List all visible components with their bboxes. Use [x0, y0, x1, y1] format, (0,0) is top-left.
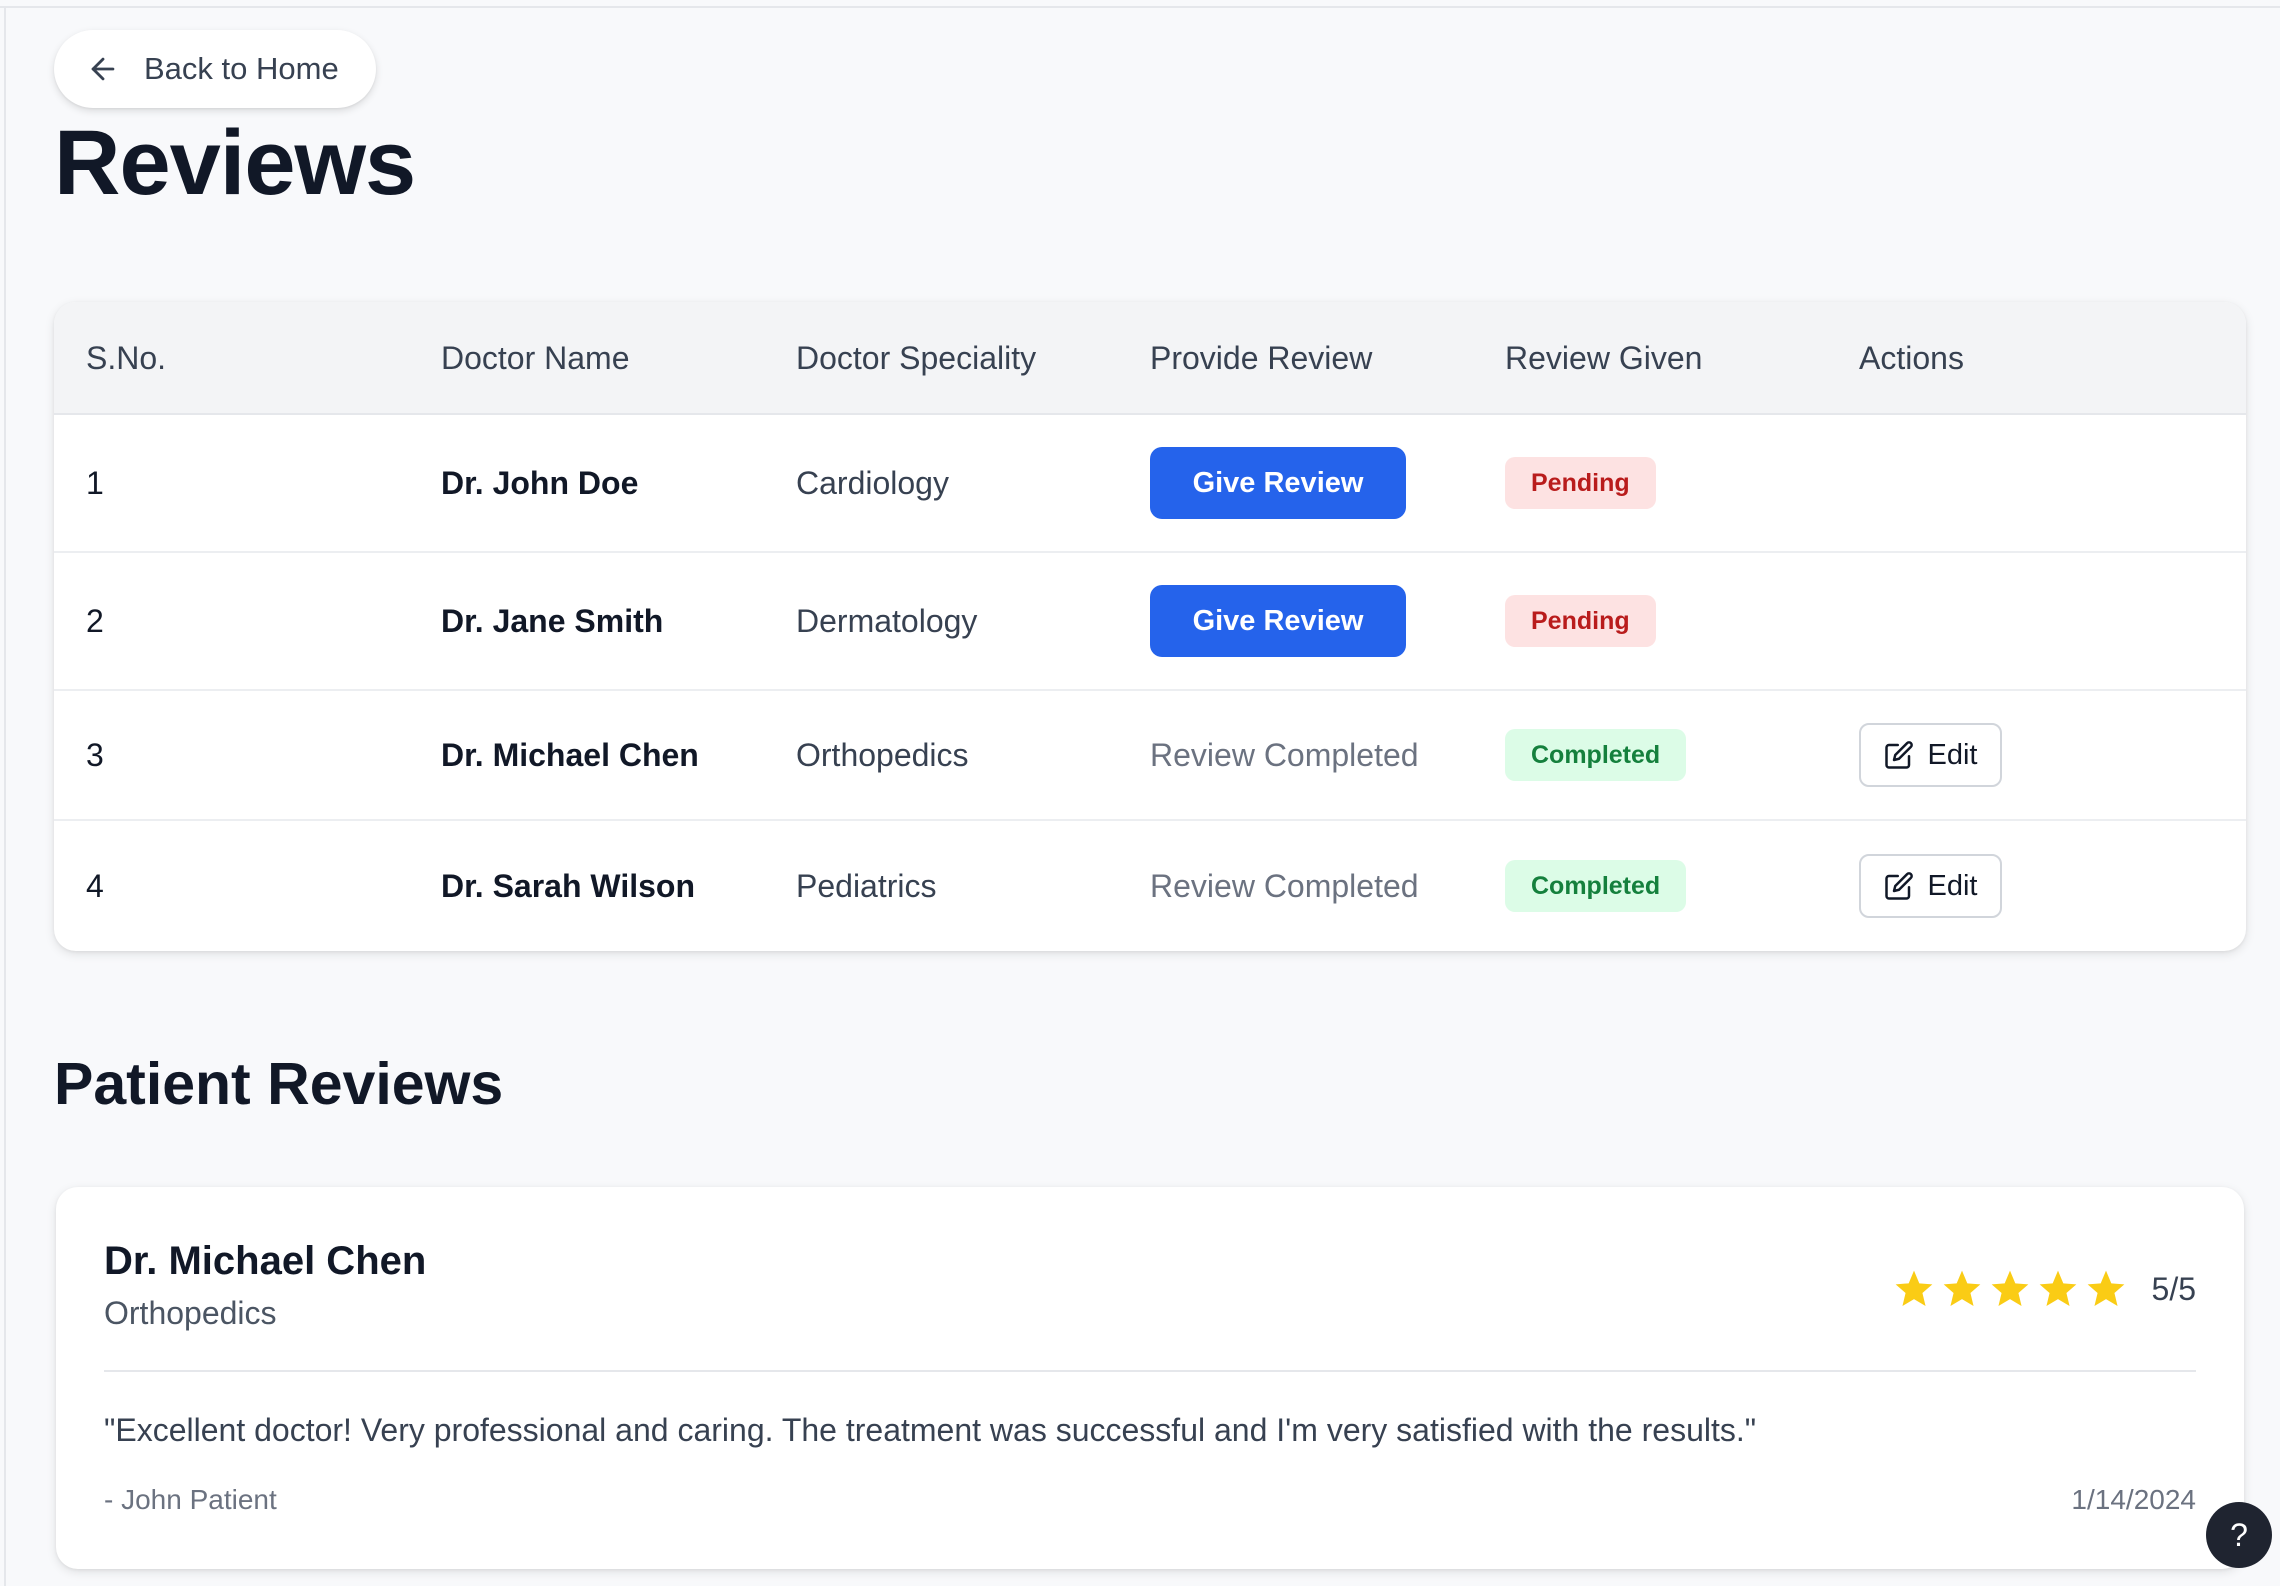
back-to-home-button[interactable]: Back to Home [54, 30, 376, 108]
arrow-left-icon [91, 57, 115, 81]
row-sno: 4 [86, 867, 104, 904]
table-row: 4 Dr. Sarah Wilson Pediatrics Review Com… [54, 821, 2246, 951]
provide-review-cell: Give Review [1150, 553, 1406, 689]
edit-label: Edit [1927, 738, 1978, 771]
review-text: "Excellent doctor! Very professional and… [104, 1412, 1757, 1448]
star-icon [1895, 1270, 1932, 1307]
column-header-sno: S.No. [86, 340, 167, 376]
row-doctor-name: Dr. Sarah Wilson [441, 867, 695, 904]
row-doctor-speciality: Cardiology [796, 464, 949, 501]
review-given-cell: Pending [1505, 415, 1656, 551]
review-author: - John Patient [104, 1484, 277, 1515]
status-badge: Completed [1505, 860, 1687, 912]
status-badge: Pending [1505, 457, 1656, 509]
column-header-doctor-name: Doctor Name [441, 340, 630, 376]
actions-cell: Edit [1859, 821, 2002, 951]
divider [104, 1370, 2196, 1372]
edit-button[interactable]: Edit [1859, 723, 2002, 787]
section-title: Patient Reviews [54, 1051, 504, 1117]
edit-square-icon [1884, 741, 1913, 769]
column-header-provide-review: Provide Review [1150, 340, 1373, 376]
left-border [4, 6, 6, 1586]
row-doctor-name: Dr. Jane Smith [441, 602, 664, 639]
row-doctor-name: Dr. Michael Chen [441, 736, 699, 773]
star-icon [1991, 1270, 2028, 1307]
review-given-cell: Completed [1505, 691, 1687, 819]
row-sno: 1 [86, 464, 104, 501]
row-doctor-name: Dr. John Doe [441, 464, 639, 501]
review-doctor-speciality: Orthopedics [104, 1295, 277, 1331]
page-title: Reviews [54, 112, 416, 214]
column-header-review-given: Review Given [1505, 340, 1703, 376]
review-doctor-name: Dr. Michael Chen [104, 1239, 427, 1283]
review-date: 1/14/2024 [2071, 1484, 2196, 1515]
review-card: Dr. Michael Chen Orthopedics 5/5 "Excell… [56, 1187, 2244, 1569]
star-rating: 5/5 [1892, 1267, 2196, 1311]
column-header-doctor-speciality: Doctor Speciality [796, 340, 1037, 376]
row-sno: 3 [86, 736, 104, 773]
rating-value: 5/5 [2151, 1270, 2196, 1307]
give-review-button[interactable]: Give Review [1150, 585, 1406, 657]
edit-button[interactable]: Edit [1859, 854, 2002, 918]
edit-label: Edit [1927, 869, 1978, 902]
app-frame: Back to Home Reviews S.No. Doctor Name D… [0, 0, 2280, 1586]
review-given-cell: Completed [1505, 821, 1687, 951]
row-doctor-speciality: Pediatrics [796, 867, 937, 904]
column-header-actions: Actions [1859, 340, 1964, 376]
review-completed-text: Review Completed [1150, 867, 1419, 904]
row-doctor-speciality: Orthopedics [796, 736, 969, 773]
review-given-cell: Pending [1505, 553, 1656, 689]
provide-review-cell: Give Review [1150, 415, 1406, 551]
review-completed-text: Review Completed [1150, 736, 1419, 773]
table-row: 2 Dr. Jane Smith Dermatology Give Review… [54, 553, 2246, 691]
star-icon [2087, 1270, 2124, 1307]
star-icon [2039, 1270, 2076, 1307]
table-row: 1 Dr. John Doe Cardiology Give Review Pe… [54, 415, 2246, 553]
actions-cell: Edit [1859, 691, 2002, 819]
help-button[interactable]: ? [2206, 1502, 2272, 1568]
row-doctor-speciality: Dermatology [796, 602, 978, 639]
top-border [0, 0, 2280, 8]
row-sno: 2 [86, 602, 104, 639]
table-row: 3 Dr. Michael Chen Orthopedics Review Co… [54, 691, 2246, 821]
back-to-home-label: Back to Home [144, 51, 339, 86]
help-icon: ? [2230, 1516, 2248, 1553]
reviews-table: S.No. Doctor Name Doctor Speciality Prov… [54, 302, 2246, 951]
status-badge: Completed [1505, 729, 1687, 781]
table-header: S.No. Doctor Name Doctor Speciality Prov… [54, 302, 2246, 415]
edit-square-icon [1884, 872, 1913, 900]
give-review-button[interactable]: Give Review [1150, 447, 1406, 519]
status-badge: Pending [1505, 595, 1656, 647]
star-icon [1943, 1270, 1980, 1307]
